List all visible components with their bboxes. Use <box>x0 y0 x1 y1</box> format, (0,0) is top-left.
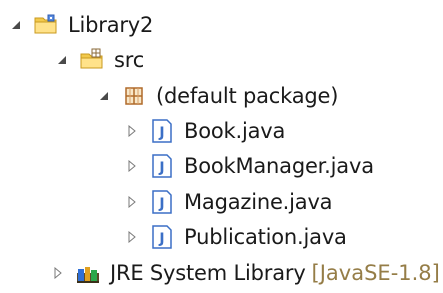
collapsed-arrow-icon[interactable] <box>124 123 140 139</box>
tree-item-jre-system-library[interactable]: JRE System Library [JavaSE-1.8] <box>50 256 440 290</box>
svg-text:J: J <box>158 125 164 141</box>
tree-item-file[interactable]: J Book.java <box>124 114 285 148</box>
file-label: Magazine.java <box>184 190 333 214</box>
java-file-icon: J <box>148 188 176 216</box>
expanded-arrow-icon[interactable] <box>8 17 24 33</box>
tree-item-file[interactable]: J Publication.java <box>124 220 347 254</box>
tree-item-project-library2[interactable]: Library2 <box>8 8 153 42</box>
project-label: Library2 <box>68 13 154 37</box>
collapsed-arrow-icon[interactable] <box>50 265 66 281</box>
java-file-icon: J <box>148 117 176 145</box>
package-label: (default package) <box>156 84 339 108</box>
package-explorer-tree: Library2 src (default package) J Book.ja… <box>0 0 443 293</box>
library-books-icon <box>74 259 102 287</box>
svg-text:J: J <box>158 196 164 212</box>
file-label: Publication.java <box>184 225 347 249</box>
expanded-arrow-icon[interactable] <box>96 88 112 104</box>
file-label: BookManager.java <box>184 154 374 178</box>
file-label: Book.java <box>184 119 286 143</box>
src-label: src <box>114 48 145 72</box>
project-folder-icon <box>32 11 60 39</box>
java-file-icon: J <box>148 223 176 251</box>
tree-item-src[interactable]: src <box>54 43 144 77</box>
java-file-icon: J <box>148 152 176 180</box>
expanded-arrow-icon[interactable] <box>54 52 70 68</box>
jre-version-decoration: [JavaSE-1.8] <box>311 261 440 285</box>
package-icon <box>120 82 148 110</box>
collapsed-arrow-icon[interactable] <box>124 194 140 210</box>
collapsed-arrow-icon[interactable] <box>124 229 140 245</box>
svg-text:J: J <box>158 231 164 247</box>
collapsed-arrow-icon[interactable] <box>124 158 140 174</box>
tree-item-file[interactable]: J BookManager.java <box>124 149 374 183</box>
source-folder-icon <box>78 46 106 74</box>
svg-text:J: J <box>158 160 164 176</box>
tree-item-file[interactable]: J Magazine.java <box>124 185 333 219</box>
tree-item-default-package[interactable]: (default package) <box>96 79 338 113</box>
jre-label: JRE System Library <box>110 261 306 285</box>
